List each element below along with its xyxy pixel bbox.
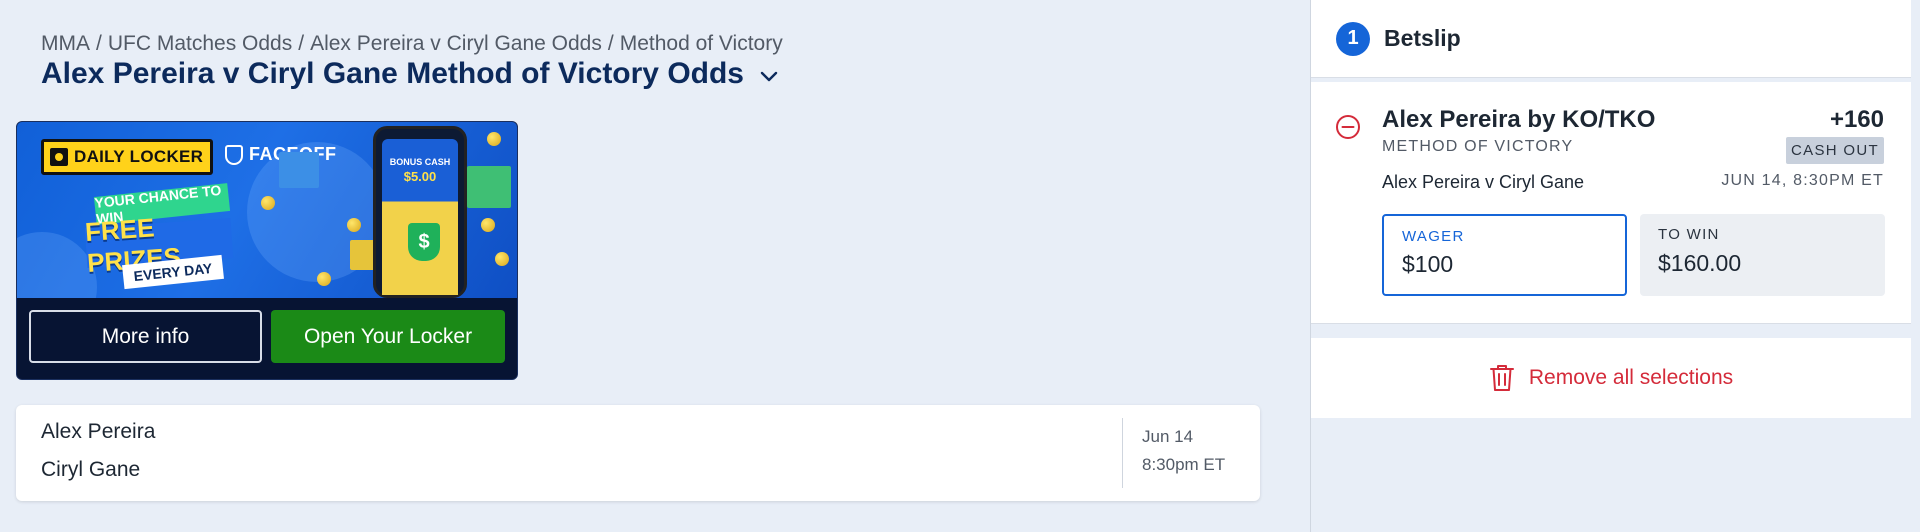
breadcrumb-separator: / <box>298 32 305 55</box>
page-title-dropdown[interactable]: Alex Pereira v Ciryl Gane Method of Vict… <box>41 57 778 91</box>
remove-all-selections-button[interactable]: Remove all selections <box>1311 338 1911 418</box>
breadcrumb-current: Method of Victory <box>619 32 783 55</box>
event-time: 8:30pm ET <box>1142 455 1226 474</box>
coin-icon <box>481 218 495 232</box>
phone-illustration: BONUS CASH $5.00 $ <box>373 126 467 298</box>
breadcrumb-mma[interactable]: MMA <box>41 32 90 55</box>
promo-photo <box>467 166 511 208</box>
selection-odds: +160 <box>1829 106 1884 133</box>
cash-out-badge: CASH OUT <box>1786 137 1884 164</box>
coin-icon <box>487 132 501 146</box>
divider <box>1122 418 1123 488</box>
daily-locker-label: DAILY LOCKER <box>74 147 204 166</box>
selection-market: METHOD OF VICTORY <box>1382 138 1574 155</box>
breadcrumb-match-odds[interactable]: Alex Pereira v Ciryl Gane Odds <box>310 32 602 55</box>
promo-photo <box>279 152 319 188</box>
trash-icon <box>1489 365 1514 391</box>
breadcrumb-separator: / <box>96 32 102 55</box>
phone-bonus-label: BONUS CASH <box>389 157 451 167</box>
main-content: MMA / UFC Matches Odds / Alex Pereira v Ciry… <box>0 0 1310 532</box>
page-title: Alex Pereira v Ciryl Gane Method of Vict… <box>41 57 744 90</box>
wager-field[interactable]: WAGER <box>1382 214 1627 296</box>
betslip-count-badge: 1 <box>1336 21 1370 56</box>
shield-icon <box>225 144 243 165</box>
fighter-home: Alex Pereira <box>41 420 156 443</box>
coin-icon <box>317 272 331 286</box>
selection-event-datetime: JUN 14, 8:30PM ET <box>1721 172 1884 189</box>
event-row[interactable]: Alex Pereira Ciryl Gane Jun 14 8:30pm ET <box>16 405 1260 501</box>
event-date: Jun 14 <box>1142 427 1194 446</box>
breadcrumb-ufc-matches-odds[interactable]: UFC Matches Odds <box>108 32 292 55</box>
betslip-panel: 1 Betslip Alex Pereira by KO/TKO METHOD … <box>1310 0 1920 532</box>
more-info-button[interactable]: More info <box>29 310 262 363</box>
wager-label: WAGER <box>1402 228 1465 245</box>
coin-icon <box>495 252 509 266</box>
lock-icon <box>50 148 68 166</box>
remove-circle-icon[interactable] <box>1335 114 1361 140</box>
selection-event-name: Alex Pereira v Ciryl Gane <box>1382 172 1585 192</box>
coin-icon <box>347 218 361 232</box>
phone-bonus-amount: $5.00 <box>403 169 437 184</box>
wager-input[interactable] <box>1402 251 1607 278</box>
to-win-field: TO WIN $160.00 <box>1640 214 1885 296</box>
chevron-down-icon <box>760 71 778 82</box>
daily-locker-promo: DAILY LOCKER FACEOFF YOUR CHANCE TO WIN … <box>16 121 518 380</box>
to-win-value: $160.00 <box>1658 250 1742 276</box>
betslip-header[interactable]: 1 Betslip <box>1311 0 1911 78</box>
remove-all-label: Remove all selections <box>1528 366 1734 389</box>
promo-artwork: DAILY LOCKER FACEOFF YOUR CHANCE TO WIN … <box>17 122 517 298</box>
dollar-shield-icon: $ <box>408 223 440 261</box>
coin-icon <box>261 196 275 210</box>
fighter-away: Ciryl Gane <box>41 458 141 481</box>
breadcrumb: MMA / UFC Matches Odds / Alex Pereira v Ciry… <box>41 32 783 56</box>
breadcrumb-separator: / <box>607 32 614 55</box>
betslip-selection: Alex Pereira by KO/TKO METHOD OF VICTORY… <box>1311 82 1911 324</box>
to-win-label: TO WIN <box>1658 226 1720 243</box>
promo-actions: More info Open Your Locker <box>17 298 517 379</box>
daily-locker-logo: DAILY LOCKER <box>41 139 213 175</box>
betslip-title: Betslip <box>1384 25 1461 51</box>
selection-name: Alex Pereira by KO/TKO <box>1382 106 1656 133</box>
open-your-locker-button[interactable]: Open Your Locker <box>271 310 505 363</box>
